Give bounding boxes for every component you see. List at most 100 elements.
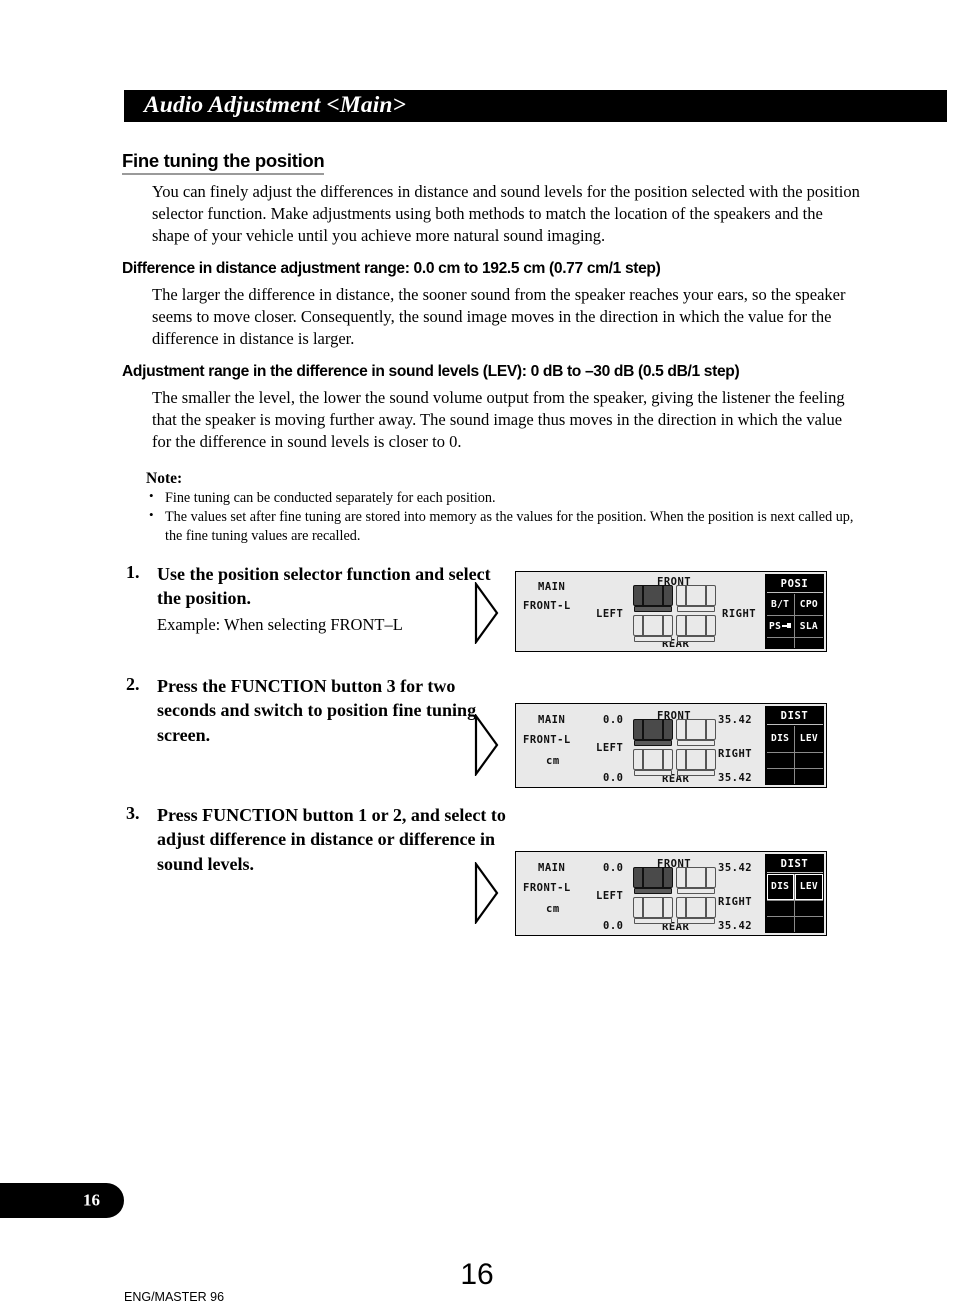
speaker-rear-right[interactable] (676, 615, 716, 642)
lcd-source-label: MAIN (538, 581, 566, 593)
softkey-cpo[interactable]: CPO (795, 594, 823, 615)
softkey-rows: DIS LEV (766, 726, 823, 784)
lcd-position-label: FRONT-L (523, 734, 571, 746)
step-title: Use the position selector function and s… (157, 564, 491, 609)
speaker-front-left[interactable] (633, 585, 673, 612)
softkey-empty-left-2[interactable] (766, 753, 794, 768)
step-2: 2. Press the FUNCTION button 3 for two s… (126, 674, 506, 779)
softkey-dis[interactable]: DIS (766, 726, 794, 752)
lcd-value-front-left: 0.0 (603, 714, 624, 726)
lcd-value-rear-right: 35.42 (718, 920, 753, 932)
softkey-rows: DIS LEV (766, 874, 823, 932)
bullet-icon: • (149, 487, 154, 503)
page-folio-number: 16 (460, 1258, 494, 1291)
lcd-value-rear-right: 35.42 (718, 772, 753, 784)
step-body: Press FUNCTION button 1 or 2, and select… (157, 803, 506, 876)
subheading-distance-range: Difference in distance adjustment range:… (122, 259, 661, 277)
softkey-ps[interactable]: PS (766, 616, 794, 637)
softkey-empty-left[interactable] (766, 638, 794, 648)
speaker-front-left[interactable] (633, 867, 673, 894)
softkey-mode-title: DIST (766, 707, 823, 725)
softkey-mode-title: POSI (766, 575, 823, 593)
step-title: Press the FUNCTION button 3 for two seco… (157, 676, 477, 745)
list-item: • Fine tuning can be conducted separatel… (146, 487, 862, 507)
arrow-pointer-icon (474, 582, 500, 644)
speaker-rear-left[interactable] (633, 615, 673, 642)
lcd-right-label: RIGHT (722, 608, 757, 620)
softkey-empty-left-3[interactable] (766, 917, 794, 932)
lcd-value-front-right: 35.42 (718, 714, 753, 726)
softkey-empty-right[interactable] (795, 638, 823, 648)
speaker-layout-grid (633, 867, 716, 924)
step-body: Press the FUNCTION button 3 for two seco… (157, 674, 506, 747)
step-3: 3. Press FUNCTION button 1 or 2, and sel… (126, 803, 506, 923)
lcd-value-front-right: 35.42 (718, 862, 753, 874)
lcd-unit-label: cm (546, 755, 560, 767)
speaker-front-right[interactable] (676, 719, 716, 746)
document-imprint: ENG/MASTER 96 (124, 1290, 225, 1304)
lcd-display-panel-3: MAIN FRONT-L cm 0.0 0.0 35.42 35.42 FRON… (515, 851, 827, 936)
softkey-empty-left-3[interactable] (766, 769, 794, 784)
softkey-rows: B/T CPO PS SLA (766, 594, 823, 648)
speaker-layout-grid (633, 719, 716, 776)
arrow-pointer-icon (474, 862, 500, 924)
page-thumb-tab: 16 (0, 1183, 124, 1218)
lcd-left-label: LEFT (596, 890, 624, 902)
lcd-left-label: LEFT (596, 742, 624, 754)
lcd-source-label: MAIN (538, 714, 566, 726)
page-title: Audio Adjustment <Main> (144, 91, 406, 118)
step-number: 2. (126, 674, 140, 694)
speaker-front-right[interactable] (676, 867, 716, 894)
paragraph-level-range: The smaller the level, the lower the sou… (152, 388, 845, 451)
content-column: Fine tuning the position You can finely … (122, 150, 862, 545)
note-block: Note: • Fine tuning can be conducted sep… (146, 469, 862, 546)
softkey-empty-right-3[interactable] (795, 769, 823, 784)
speaker-rear-right[interactable] (676, 897, 716, 924)
lcd-position-label: FRONT-L (523, 882, 571, 894)
speaker-layout-grid (633, 585, 716, 642)
note-item-text: The values set after fine tuning are sto… (165, 509, 854, 544)
speaker-rear-left[interactable] (633, 897, 673, 924)
lcd-left-label: LEFT (596, 608, 624, 620)
lcd-value-rear-left: 0.0 (603, 920, 624, 932)
step-number: 1. (126, 562, 140, 582)
note-title: Note: (146, 469, 183, 487)
lcd-softkey-matrix: DIST DIS LEV (765, 854, 824, 933)
speaker-front-right[interactable] (676, 585, 716, 612)
softkey-empty-right-2[interactable] (795, 901, 823, 916)
left-right-arrow-icon (782, 623, 792, 629)
running-header-bar: Audio Adjustment <Main> (124, 90, 947, 122)
lcd-source-label: MAIN (538, 862, 566, 874)
note-list: • Fine tuning can be conducted separatel… (146, 487, 862, 545)
lcd-position-label: FRONT-L (523, 600, 571, 612)
lcd-display-panel-2: MAIN FRONT-L cm 0.0 0.0 35.42 35.42 FRON… (515, 703, 827, 788)
softkey-empty-left-2[interactable] (766, 901, 794, 916)
speaker-rear-right[interactable] (676, 749, 716, 776)
softkey-lev[interactable]: LEV (795, 726, 823, 752)
softkey-sla[interactable]: SLA (795, 616, 823, 637)
softkey-dis[interactable]: DIS (766, 874, 794, 900)
paragraph-distance-range: The larger the difference in distance, t… (152, 285, 846, 348)
step-title: Press FUNCTION button 1 or 2, and select… (157, 805, 506, 874)
lcd-display-panel-1: MAIN FRONT-L FRONT REAR LEFT RIGHT POSI … (515, 571, 827, 652)
subheading-level-range: Adjustment range in the difference in so… (122, 362, 740, 380)
softkey-empty-right-3[interactable] (795, 917, 823, 932)
step-list: 1. Use the position selector function an… (126, 562, 506, 947)
step-1: 1. Use the position selector function an… (126, 562, 506, 648)
softkey-ps-label: PS (769, 620, 782, 632)
section-heading: Fine tuning the position (122, 150, 325, 176)
page-tab-number: 16 (83, 1190, 100, 1210)
speaker-rear-left[interactable] (633, 749, 673, 776)
lcd-softkey-matrix: POSI B/T CPO PS SLA (765, 574, 824, 649)
softkey-bt[interactable]: B/T (766, 594, 794, 615)
step-example: Example: When selecting FRONT–L (157, 614, 403, 634)
list-item: • The values set after fine tuning are s… (146, 507, 862, 545)
speaker-front-left[interactable] (633, 719, 673, 746)
softkey-lev[interactable]: LEV (795, 874, 823, 900)
note-item-text: Fine tuning can be conducted separately … (165, 489, 496, 506)
section-intro-paragraph: You can finely adjust the differences in… (152, 182, 860, 245)
step-body: Use the position selector function and s… (157, 562, 506, 636)
lcd-unit-label: cm (546, 903, 560, 915)
softkey-empty-right-2[interactable] (795, 753, 823, 768)
lcd-right-label: RIGHT (718, 896, 753, 908)
